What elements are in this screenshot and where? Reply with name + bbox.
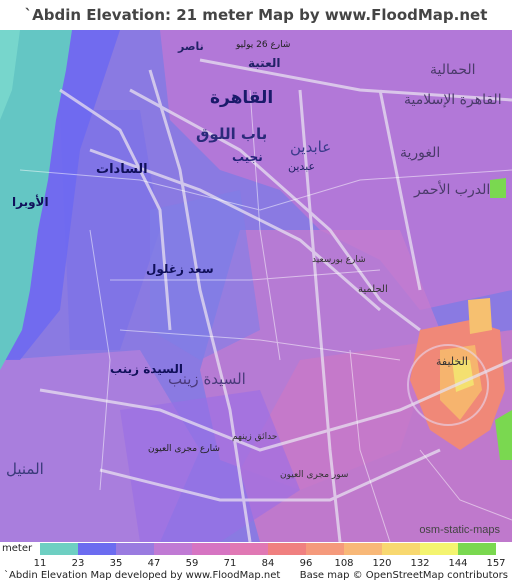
legend-tick: 84 (261, 558, 275, 569)
legend-tick: 23 (71, 558, 85, 569)
elevation-legend: meter 11 23 35 47 59 71 84 96 108 120 132 144 157 (0, 542, 512, 570)
legend-tick: 132 (410, 558, 430, 569)
legend-swatch (40, 543, 78, 555)
legend-swatch (268, 543, 306, 555)
legend-tick: 71 (223, 558, 237, 569)
legend-tick: 144 (448, 558, 468, 569)
legend-swatch (192, 543, 230, 555)
legend-tick: 157 (486, 558, 506, 569)
legend-swatch (458, 543, 496, 555)
map-canvas (0, 30, 512, 542)
footer-osm-credit: Base map © OpenStreetMap contributors (299, 570, 508, 581)
legend-swatch (382, 543, 420, 555)
footer-credit: `Abdin Elevation Map developed by www.Fl… (4, 570, 281, 581)
legend-tick: 11 (33, 558, 47, 569)
legend-swatch (230, 543, 268, 555)
elevation-map[interactable]: القاهرة باب اللوق السادات نجيب عابدين سع… (0, 30, 512, 542)
legend-swatch (78, 543, 116, 555)
map-title: `Abdin Elevation: 21 meter Map by www.Fl… (24, 6, 488, 54)
legend-tick: 96 (299, 558, 313, 569)
legend-tick: 47 (147, 558, 161, 569)
footer: `Abdin Elevation Map developed by www.Fl… (0, 570, 512, 582)
legend-tick: 35 (109, 558, 123, 569)
legend-swatch (116, 543, 154, 555)
legend-tick: 120 (372, 558, 392, 569)
osm-attribution: osm-static-maps (419, 524, 500, 536)
legend-unit: meter (2, 543, 33, 554)
legend-tick: 108 (334, 558, 354, 569)
legend-swatch (420, 543, 458, 555)
legend-swatch (306, 543, 344, 555)
legend-swatch (344, 543, 382, 555)
legend-swatch (154, 543, 192, 555)
legend-tick: 59 (185, 558, 199, 569)
